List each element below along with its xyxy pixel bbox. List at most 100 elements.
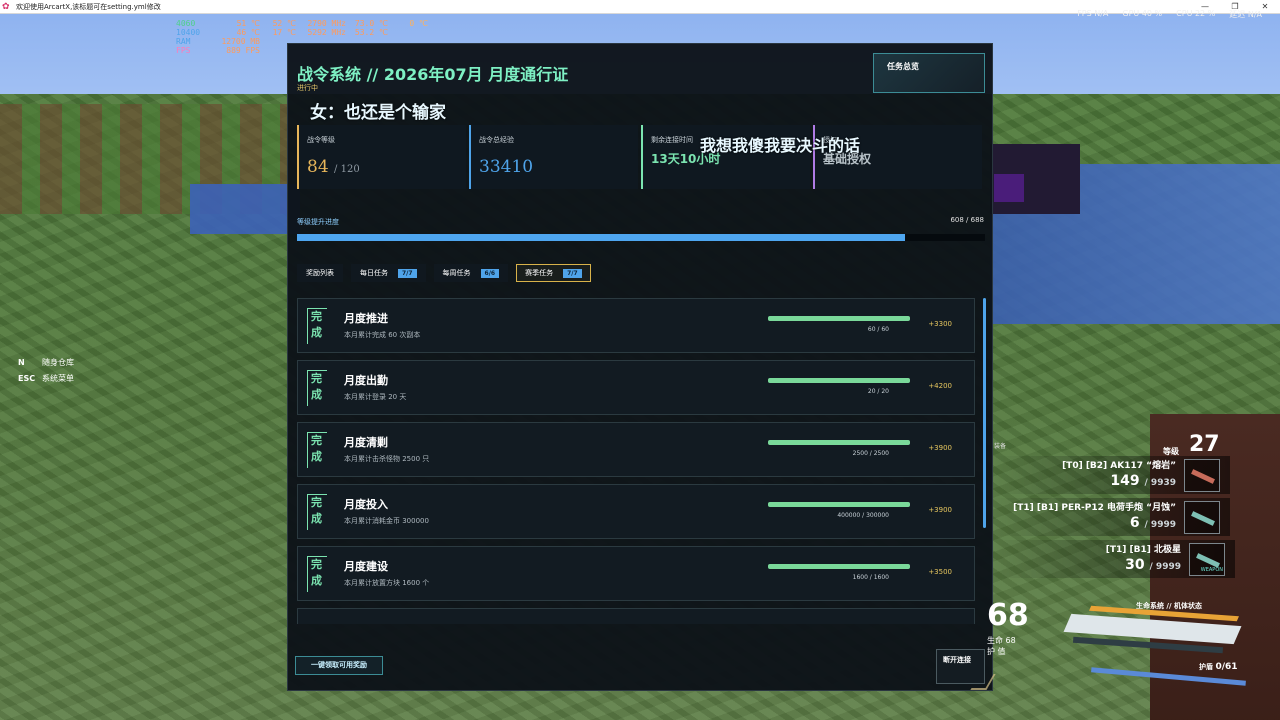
weapon-ammo: 6 / 9999 (1130, 515, 1176, 531)
tab-label: 赛季任务 (525, 269, 554, 277)
tab-label: 每日任务 (360, 269, 388, 277)
task-card[interactable]: 完成 月度建设 本月累计放置方块 1600 个 1600 / 1600 +3500 (297, 546, 975, 601)
task-progress-bar (768, 440, 910, 445)
overlay-caption: 我想我傻我要决斗的话 (700, 136, 861, 155)
window-title: 欢迎使用ArcartX,该标题可在setting.yml修改 (16, 2, 161, 11)
status-label: 进行中 (297, 84, 318, 92)
key-hints: N 随身仓库 ESC 系统菜单 (18, 355, 74, 387)
health-sub: 生命 68 护 值 (987, 635, 1016, 657)
player-hud: 装备 等级 27 [T0] [B2] AK117 “熔岩” 149 / 9939… (987, 430, 1280, 720)
task-description: 本月累计击杀怪物 2500 只 (344, 455, 430, 463)
cpu-readout: CPU 22 % (1176, 9, 1216, 18)
progress-count: 608 / 688 (950, 216, 984, 224)
tab-badge: 7/7 (563, 268, 582, 278)
task-card[interactable] (297, 608, 975, 624)
stats-row: 战令等级 84 / 120 战令总经验 33410 剩余连接时间 13天10小时… (297, 125, 985, 189)
task-progress-count: 2500 / 2500 (852, 450, 889, 457)
perf-row: 10400 46 ℃ 17 ℃ 5292 MHz 53.2 ℃ (176, 28, 428, 37)
stat-value: 84 / 120 (307, 157, 466, 177)
tab-3[interactable]: 每周任务 6/6 (433, 264, 509, 282)
perf-value: 17 ℃ (272, 28, 296, 37)
task-overview-button[interactable]: 任务总览 (873, 53, 985, 93)
level-value: 84 (307, 157, 329, 177)
done-char: 完 (311, 372, 322, 385)
task-description: 本月累计放置方块 1600 个 (344, 579, 430, 587)
stat-accent (641, 125, 643, 189)
tab-bar: 奖励列表 每日任务 7/7 每周任务 6/6 赛季任务 7/7 (297, 264, 591, 282)
task-progress-count: 400000 / 300000 (837, 512, 889, 519)
task-card[interactable]: 完成 月度推进 本月累计完成 60 次副本 60 / 60 +3300 (297, 298, 975, 353)
stat-label: 战令总经验 (479, 136, 514, 144)
perf-label: FPS (176, 46, 191, 55)
task-done-badge: 完成 (307, 556, 327, 592)
exp-value: 33410 (479, 157, 534, 177)
perf-value: 52 ℃ (272, 19, 296, 28)
done-char: 完 (311, 434, 322, 447)
perf-value: 889 FPS (226, 46, 260, 55)
ammo-count: 149 (1110, 473, 1140, 489)
weapon-slot: [T1] [B1] 北极星 30 / 9999 WEAPON (993, 540, 1235, 578)
level-max: / 120 (334, 164, 360, 175)
task-card[interactable]: 完成 月度清剿 本月累计击杀怪物 2500 只 2500 / 2500 +3900 (297, 422, 975, 477)
health-sub-line: 护 值 (987, 647, 1006, 656)
weapon-name: [T0] [B2] AK117 “熔岩” (1062, 461, 1176, 471)
stat-card-level: 战令等级 84 / 120 (297, 125, 466, 189)
task-list-scrollbar[interactable] (983, 298, 986, 528)
weapon-name: [T1] [B1] PER-P12 电荷手炮 “月蚀” (1013, 503, 1176, 513)
task-reward: +3500 (928, 568, 952, 576)
task-progress-count: 60 / 60 (867, 326, 889, 333)
armor-label: 护盾 0/61 (1199, 662, 1238, 672)
perf-value: 51 ℃ (236, 19, 260, 28)
performance-summary: FPS N/A GPU 40 % CPU 22 % 延迟 N/A (1077, 9, 1262, 20)
task-done-badge: 完成 (307, 494, 327, 530)
rifle-shape (1191, 469, 1215, 484)
task-name: 月度投入 (344, 498, 388, 511)
task-progress-bar (768, 564, 910, 569)
done-char: 成 (311, 326, 322, 339)
stat-accent (469, 125, 471, 189)
perf-label: RAM (176, 37, 191, 46)
perf-value: 5292 MHz (307, 28, 346, 37)
tab-badge: 7/7 (398, 268, 417, 278)
task-progress-bar (768, 378, 910, 383)
tab-4[interactable]: 赛季任务 7/7 (516, 264, 591, 282)
tab-2[interactable]: 每日任务 7/7 (351, 264, 426, 282)
done-char: 成 (311, 512, 322, 525)
weapon-name: [T1] [B1] 北极星 (1105, 545, 1181, 555)
health-sub-line: 生命 68 (987, 636, 1016, 645)
app-icon: ✿ (2, 1, 10, 12)
ammo-count: 30 (1125, 557, 1145, 573)
weapon-ammo: 149 / 9939 (1110, 473, 1176, 489)
task-progress-bar (768, 316, 910, 321)
task-reward: +4200 (928, 382, 952, 390)
progress-label: 等级提升进度 (297, 218, 339, 226)
perf-value (388, 28, 428, 37)
task-name: 月度出勤 (344, 374, 388, 387)
claim-all-button[interactable]: 一键领取可用奖励 (295, 656, 383, 675)
weapon-tag: WEAPON (1200, 567, 1223, 573)
slot-title: 装备 (994, 443, 1007, 450)
hint-action: 系统菜单 (42, 374, 74, 383)
perf-label: 10400 (176, 28, 201, 37)
nether-portal (994, 174, 1024, 202)
task-card[interactable]: 完成 月度出勤 本月累计登录 20 天 20 / 20 +4200 (297, 360, 975, 415)
task-name: 月度清剿 (344, 436, 388, 449)
ammo-count: 6 (1129, 515, 1140, 531)
tab-label: 奖励列表 (306, 269, 334, 277)
done-char: 成 (311, 450, 322, 463)
rifle-icon (1184, 459, 1220, 492)
hint-menu: ESC 系统菜单 (18, 371, 74, 387)
task-description: 本月累计消耗金币 300000 (344, 517, 429, 525)
perf-label: 4060 (176, 19, 196, 28)
latency-readout: 延迟 N/A (1229, 10, 1262, 19)
task-progress-count: 1600 / 1600 (852, 574, 889, 581)
done-char: 成 (311, 574, 322, 587)
tab-1[interactable]: 奖励列表 (297, 264, 343, 282)
pistol-icon (1184, 501, 1220, 534)
done-char: 完 (311, 310, 322, 323)
task-done-badge: 完成 (307, 308, 327, 344)
hint-key: ESC (18, 374, 36, 383)
task-card[interactable]: 完成 月度投入 本月累计消耗金币 300000 400000 / 300000 +390… (297, 484, 975, 539)
perf-value: 46 ℃ (236, 28, 260, 37)
task-reward: +3300 (928, 320, 952, 328)
